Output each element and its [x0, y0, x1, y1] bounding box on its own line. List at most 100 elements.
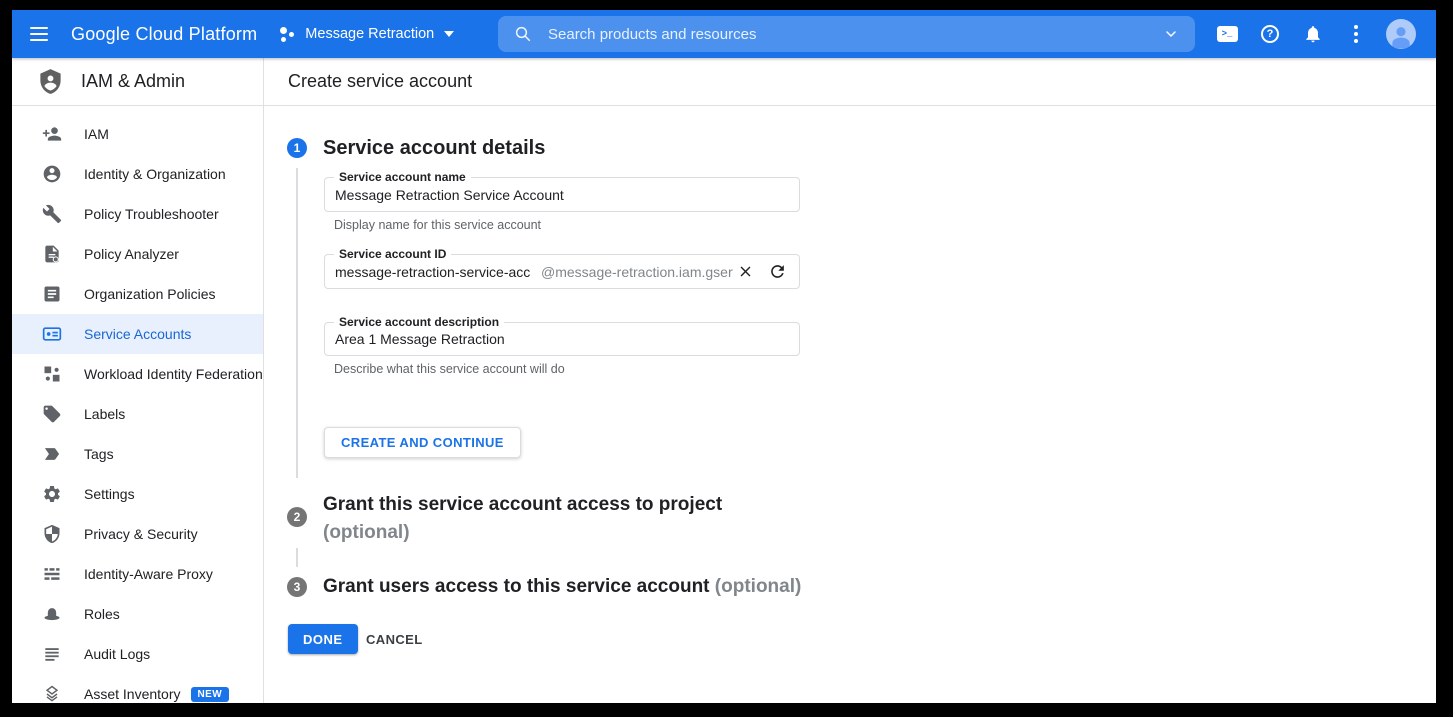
sidebar-item-organization-policies[interactable]: Organization Policies: [12, 274, 263, 314]
gcp-console-window: Google Cloud Platform Message Retraction…: [12, 10, 1436, 703]
sidebar-nav: IAM Identity & Organization Policy Trouble…: [12, 106, 263, 703]
product-title: IAM & Admin: [81, 71, 185, 92]
sidebar-item-labels[interactable]: Labels: [12, 394, 263, 434]
project-icon: [279, 26, 295, 42]
page-title: Create service account: [288, 71, 472, 92]
organization-policies-icon: [42, 284, 62, 304]
cloud-shell-icon[interactable]: >_: [1214, 21, 1240, 47]
project-selector[interactable]: Message Retraction: [277, 22, 456, 46]
identity-aware-proxy-icon: [42, 564, 62, 584]
iam-icon: [42, 124, 62, 144]
step-3-badge: 3: [287, 577, 307, 597]
sidebar-item-label: Identity-Aware Proxy: [84, 566, 213, 582]
workload-identity-federation-icon: [42, 364, 62, 384]
main-area: Create service account 1 Service account…: [264, 58, 1436, 703]
sidebar-item-label: Organization Policies: [84, 286, 216, 302]
search-input[interactable]: [546, 25, 1163, 44]
done-button[interactable]: DONE: [288, 624, 358, 654]
sidebar-item-roles[interactable]: Roles: [12, 594, 263, 634]
sidebar-item-label: Policy Analyzer: [84, 246, 179, 262]
chevron-down-icon: [444, 31, 454, 37]
sidebar-item-identity-aware-proxy[interactable]: Identity-Aware Proxy: [12, 554, 263, 594]
regenerate-id-refresh-icon[interactable]: [765, 260, 789, 284]
sidebar-item-label: Privacy & Security: [84, 526, 198, 542]
step-2-optional-label: (optional): [323, 522, 410, 543]
service-account-description-helper: Describe what this service account will …: [334, 362, 800, 376]
asset-inventory-icon: [42, 684, 62, 703]
sidebar-item-label: Identity & Organization: [84, 166, 226, 182]
sidebar-item-label: Policy Troubleshooter: [84, 206, 219, 222]
service-account-id-field: Service account ID @message-retraction.i…: [324, 254, 800, 289]
sidebar-item-label: Tags: [84, 446, 114, 462]
sidebar-item-audit-logs[interactable]: Audit Logs: [12, 634, 263, 674]
service-account-description-field: Service account description: [324, 322, 800, 356]
more-options-kebab-icon[interactable]: [1343, 21, 1369, 47]
brand-title: Google Cloud Platform: [71, 24, 257, 45]
sidebar-item-tags[interactable]: Tags: [12, 434, 263, 474]
account-avatar[interactable]: [1386, 19, 1416, 49]
sidebar-item-label: Asset Inventory: [84, 686, 181, 702]
page-header: Create service account: [264, 58, 1436, 106]
step-2-title: Grant this service account access to pro…: [323, 491, 773, 547]
sidebar-item-workload-identity-federation[interactable]: Workload Identity Federation: [12, 354, 263, 394]
service-account-description-label: Service account description: [334, 315, 504, 329]
sidebar-item-label: Service Accounts: [84, 326, 191, 342]
cancel-button[interactable]: CANCEL: [356, 624, 433, 654]
service-account-id-domain-suffix: @message-retraction.iam.gservi: [541, 264, 733, 280]
privacy-security-icon: [42, 524, 62, 544]
sidebar-item-label: Labels: [84, 406, 125, 422]
project-name: Message Retraction: [305, 26, 434, 42]
sidebar-item-label: IAM: [84, 126, 109, 142]
labels-icon: [42, 404, 62, 424]
step-3-title: Grant users access to this service accou…: [323, 576, 801, 598]
policy-troubleshooter-icon: [42, 204, 62, 224]
service-account-name-label: Service account name: [334, 170, 471, 184]
sidebar-product-header: IAM & Admin: [12, 58, 263, 106]
help-icon[interactable]: ?: [1257, 21, 1283, 47]
sidebar-item-label: Workload Identity Federation: [84, 366, 263, 382]
iam-admin-shield-icon: [37, 68, 64, 95]
new-badge: NEW: [191, 687, 230, 702]
service-account-description-input[interactable]: [335, 331, 789, 347]
service-account-name-helper: Display name for this service account: [334, 218, 800, 232]
sidebar-item-settings[interactable]: Settings: [12, 474, 263, 514]
app-bar: Google Cloud Platform Message Retraction…: [12, 10, 1436, 58]
notifications-bell-icon[interactable]: [1300, 21, 1326, 47]
clear-id-icon[interactable]: [733, 260, 757, 284]
sidebar-item-iam[interactable]: IAM: [12, 114, 263, 154]
sidebar-item-privacy-security[interactable]: Privacy & Security: [12, 514, 263, 554]
sidebar-item-service-accounts[interactable]: Service Accounts: [12, 314, 263, 354]
search-bar[interactable]: [498, 16, 1195, 52]
search-icon: [514, 25, 532, 43]
tags-icon: [42, 444, 62, 464]
audit-logs-icon: [42, 644, 62, 664]
policy-analyzer-icon: [42, 244, 62, 264]
sidebar-item-label: Settings: [84, 486, 135, 502]
appbar-actions: >_ ?: [1214, 10, 1416, 58]
step-2-badge: 2: [287, 507, 307, 527]
sidebar-item-label: Roles: [84, 606, 120, 622]
roles-icon: [42, 604, 62, 624]
service-account-id-label: Service account ID: [334, 247, 451, 261]
create-and-continue-button[interactable]: CREATE AND CONTINUE: [324, 427, 521, 458]
menu-icon[interactable]: [30, 27, 48, 41]
identity-organization-icon: [42, 164, 62, 184]
service-accounts-icon: [42, 324, 62, 344]
sidebar-item-policy-analyzer[interactable]: Policy Analyzer: [12, 234, 263, 274]
stepper-connector-line-2: [296, 548, 298, 567]
step-1-title: Service account details: [323, 137, 545, 160]
search-expand-chevron-icon[interactable]: [1163, 26, 1179, 42]
settings-icon: [42, 484, 62, 504]
step-3-optional-label: (optional): [715, 576, 802, 597]
sidebar: IAM & Admin IAM Identity & Organization Po…: [12, 58, 264, 703]
service-account-name-field: Service account name: [324, 177, 800, 212]
create-service-account-form: 1 Service account details Service accoun…: [264, 106, 1436, 703]
service-account-name-input[interactable]: [335, 187, 789, 203]
service-account-id-input[interactable]: [335, 264, 535, 280]
sidebar-item-policy-troubleshooter[interactable]: Policy Troubleshooter: [12, 194, 263, 234]
stepper-connector-line: [296, 168, 298, 478]
sidebar-item-asset-inventory[interactable]: Asset Inventory NEW: [12, 674, 263, 703]
step-1-badge: 1: [287, 138, 307, 158]
sidebar-item-identity-organization[interactable]: Identity & Organization: [12, 154, 263, 194]
sidebar-item-label: Audit Logs: [84, 646, 150, 662]
